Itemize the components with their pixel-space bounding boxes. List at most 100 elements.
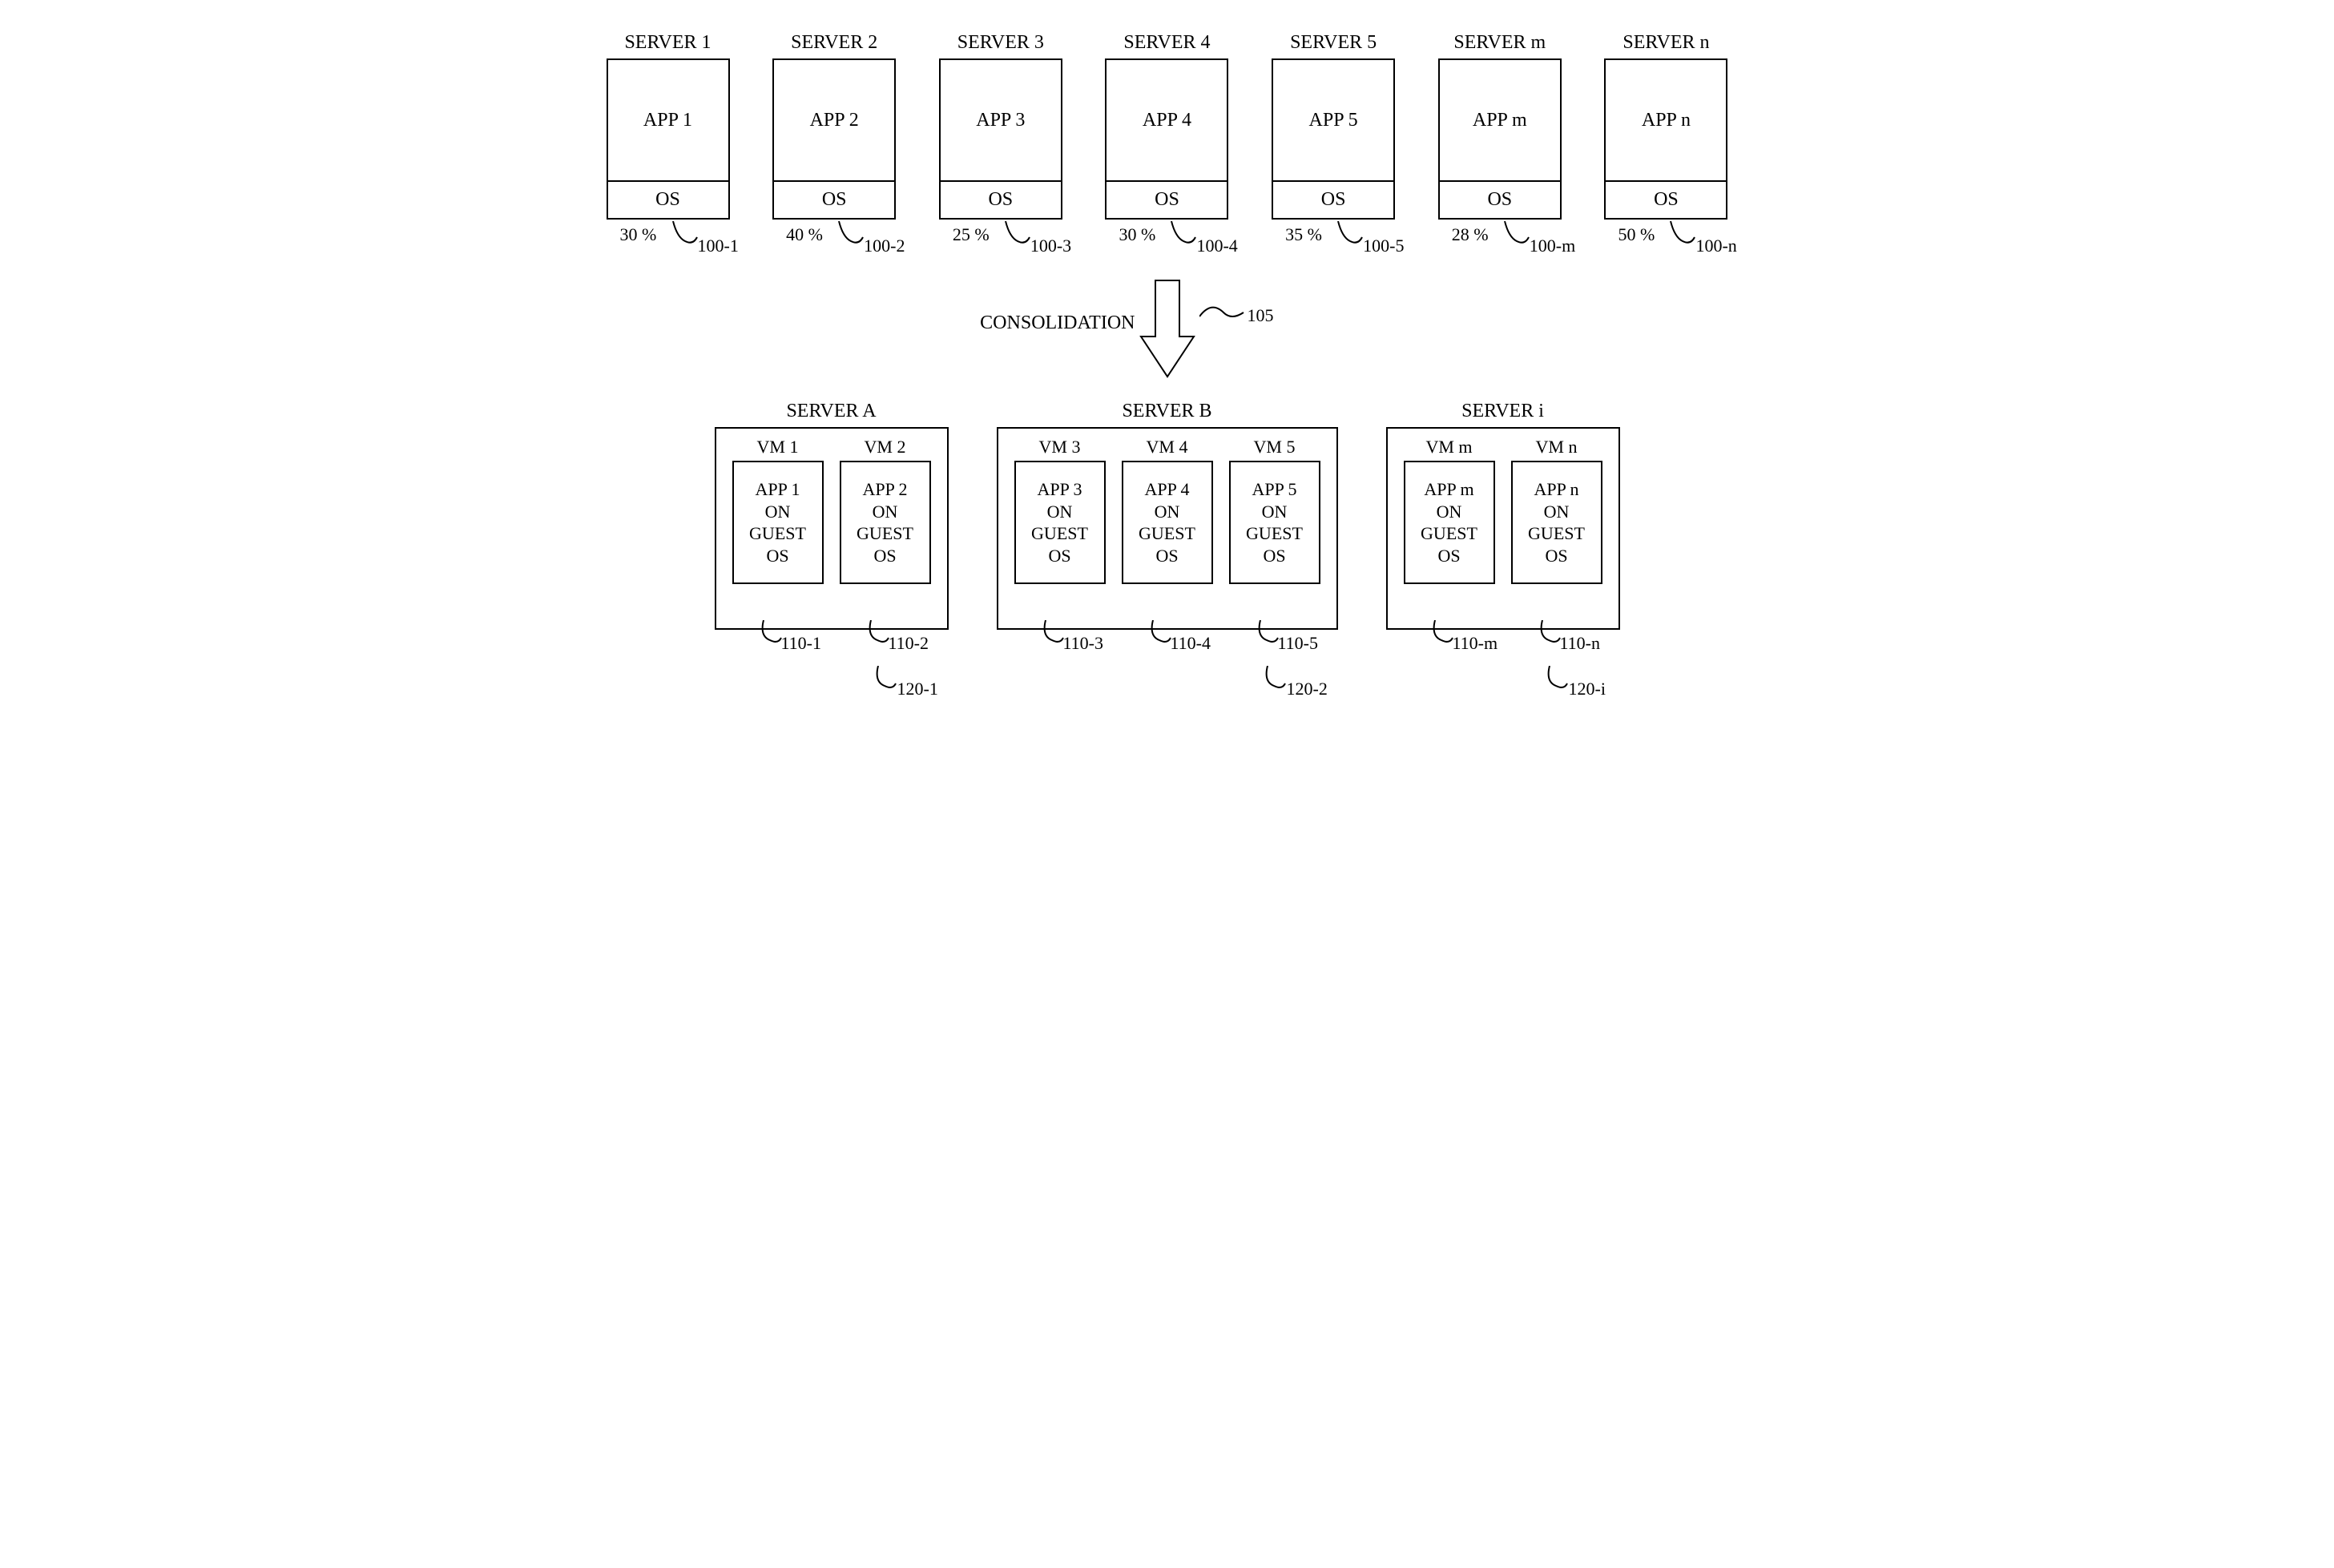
os-label: OS xyxy=(608,182,728,218)
vm-on-line: ON xyxy=(1544,501,1570,523)
host-title: SERVER A xyxy=(786,401,876,422)
reference-number: 100-m xyxy=(1530,236,1575,256)
vm-app-line: APP n xyxy=(1534,478,1578,501)
utilization-percent: 40 % xyxy=(774,224,823,245)
host-server: SERVER i VM m APP m ON GUEST OS 110-m VM… xyxy=(1386,401,1620,630)
down-arrow-icon xyxy=(1139,276,1195,381)
virtual-machine: VM 5 APP 5 ON GUEST OS 110-5 xyxy=(1229,437,1320,584)
vm-guest-line: GUEST xyxy=(1139,522,1195,545)
server-box: APP n OS xyxy=(1604,58,1727,220)
app-label: APP 2 xyxy=(774,60,894,182)
vm-guest-line: GUEST xyxy=(1528,522,1585,545)
vm-box: APP 2 ON GUEST OS xyxy=(840,461,931,584)
server-title: SERVER 2 xyxy=(791,32,877,54)
vm-reference-number: 110-1 xyxy=(781,633,822,654)
vm-os-line: OS xyxy=(1545,545,1567,567)
reference-number: 100-1 xyxy=(698,236,739,256)
vm-on-line: ON xyxy=(1047,501,1073,523)
server-title: SERVER 1 xyxy=(624,32,711,54)
vm-title: VM 1 xyxy=(757,437,799,458)
arrow-reference-lead: 105 xyxy=(1199,300,1264,337)
server-under-row: 25 % 100-3 xyxy=(941,224,1061,256)
vm-box: APP 5 ON GUEST OS xyxy=(1229,461,1320,584)
source-server: SERVER 5 APP 5 OS 35 % 100-5 xyxy=(1272,32,1395,256)
server-under-row: 28 % 100-m xyxy=(1440,224,1560,256)
server-box: APP 2 OS xyxy=(772,58,896,220)
consolidation-arrow-section: CONSOLIDATION 105 xyxy=(607,276,1728,381)
reference-lead: 100-2 xyxy=(838,224,894,256)
host-box: VM 1 APP 1 ON GUEST OS 110-1 VM 2 APP 2 … xyxy=(715,427,949,630)
app-label: APP m xyxy=(1440,60,1560,182)
vm-title: VM 4 xyxy=(1147,437,1188,458)
app-label: APP n xyxy=(1606,60,1726,182)
vm-reference-number: 110-3 xyxy=(1063,633,1104,654)
vm-os-line: OS xyxy=(1155,545,1178,567)
source-server: SERVER 2 APP 2 OS 40 % 100-2 xyxy=(772,32,896,256)
vm-guest-line: GUEST xyxy=(1246,522,1303,545)
reference-lead: 100-1 xyxy=(672,224,728,256)
reference-lead: 100-5 xyxy=(1337,224,1393,256)
vm-box: APP 4 ON GUEST OS xyxy=(1122,461,1213,584)
vm-box: APP m ON GUEST OS xyxy=(1404,461,1495,584)
source-server: SERVER 4 APP 4 OS 30 % 100-4 xyxy=(1105,32,1228,256)
server-under-row: 30 % 100-4 xyxy=(1107,224,1227,256)
virtual-machine: VM 2 APP 2 ON GUEST OS 110-2 xyxy=(840,437,931,584)
os-label: OS xyxy=(1440,182,1560,218)
os-label: OS xyxy=(774,182,894,218)
vm-app-line: APP 5 xyxy=(1252,478,1296,501)
vm-os-line: OS xyxy=(1437,545,1460,567)
vm-guest-line: GUEST xyxy=(1421,522,1477,545)
host-reference-number: 120-1 xyxy=(897,679,938,699)
vm-reference-number: 110-n xyxy=(1560,633,1601,654)
server-box: APP 4 OS xyxy=(1105,58,1228,220)
vm-reference-number: 110-m xyxy=(1453,633,1498,654)
vm-app-line: APP 2 xyxy=(862,478,907,501)
host-box: VM 3 APP 3 ON GUEST OS 110-3 VM 4 APP 4 … xyxy=(997,427,1338,630)
vm-reference-number: 110-2 xyxy=(889,633,929,654)
utilization-percent: 30 % xyxy=(608,224,657,245)
vm-on-line: ON xyxy=(873,501,898,523)
server-box: APP m OS xyxy=(1438,58,1562,220)
vm-reference-number: 110-4 xyxy=(1171,633,1211,654)
reference-number: 100-2 xyxy=(864,236,905,256)
virtual-machine: VM 3 APP 3 ON GUEST OS 110-3 xyxy=(1014,437,1106,584)
source-server: SERVER 1 APP 1 OS 30 % 100-1 xyxy=(607,32,730,256)
server-under-row: 35 % 100-5 xyxy=(1273,224,1393,256)
vm-title: VM m xyxy=(1425,437,1472,458)
reference-number: 100-n xyxy=(1695,236,1736,256)
reference-number: 100-3 xyxy=(1030,236,1071,256)
server-title: SERVER n xyxy=(1623,32,1709,54)
virtual-machine: VM n APP n ON GUEST OS 110-n xyxy=(1511,437,1602,584)
host-reference-number: 120-2 xyxy=(1287,679,1328,699)
os-label: OS xyxy=(1107,182,1227,218)
utilization-percent: 35 % xyxy=(1273,224,1322,245)
server-under-row: 30 % 100-1 xyxy=(608,224,728,256)
host-server: SERVER B VM 3 APP 3 ON GUEST OS 110-3 VM… xyxy=(997,401,1338,630)
app-label: APP 4 xyxy=(1107,60,1227,182)
os-label: OS xyxy=(1606,182,1726,218)
virtual-machine: VM 1 APP 1 ON GUEST OS 110-1 xyxy=(732,437,824,584)
server-title: SERVER 3 xyxy=(957,32,1044,54)
reference-number: 100-5 xyxy=(1363,236,1404,256)
host-box: VM m APP m ON GUEST OS 110-m VM n APP n … xyxy=(1386,427,1620,630)
server-box: APP 1 OS xyxy=(607,58,730,220)
reference-lead: 100-3 xyxy=(1005,224,1061,256)
server-consolidation-diagram: SERVER 1 APP 1 OS 30 % 100-1 SERVER 2 AP… xyxy=(607,32,1728,630)
vm-app-line: APP m xyxy=(1424,478,1473,501)
host-title: SERVER i xyxy=(1461,401,1544,422)
app-label: APP 5 xyxy=(1273,60,1393,182)
utilization-percent: 25 % xyxy=(941,224,990,245)
vm-title: VM 3 xyxy=(1039,437,1081,458)
reference-lead: 100-n xyxy=(1670,224,1726,256)
os-label: OS xyxy=(941,182,1061,218)
server-title: SERVER 5 xyxy=(1290,32,1377,54)
arrow-reference-number: 105 xyxy=(1248,305,1274,326)
host-server: SERVER A VM 1 APP 1 ON GUEST OS 110-1 VM… xyxy=(715,401,949,630)
source-server: SERVER 3 APP 3 OS 25 % 100-3 xyxy=(939,32,1062,256)
vm-guest-line: GUEST xyxy=(749,522,806,545)
vm-app-line: APP 4 xyxy=(1144,478,1189,501)
source-server: SERVER n APP n OS 50 % 100-n xyxy=(1604,32,1727,256)
server-box: APP 5 OS xyxy=(1272,58,1395,220)
vm-box: APP n ON GUEST OS xyxy=(1511,461,1602,584)
source-servers-row: SERVER 1 APP 1 OS 30 % 100-1 SERVER 2 AP… xyxy=(607,32,1728,256)
